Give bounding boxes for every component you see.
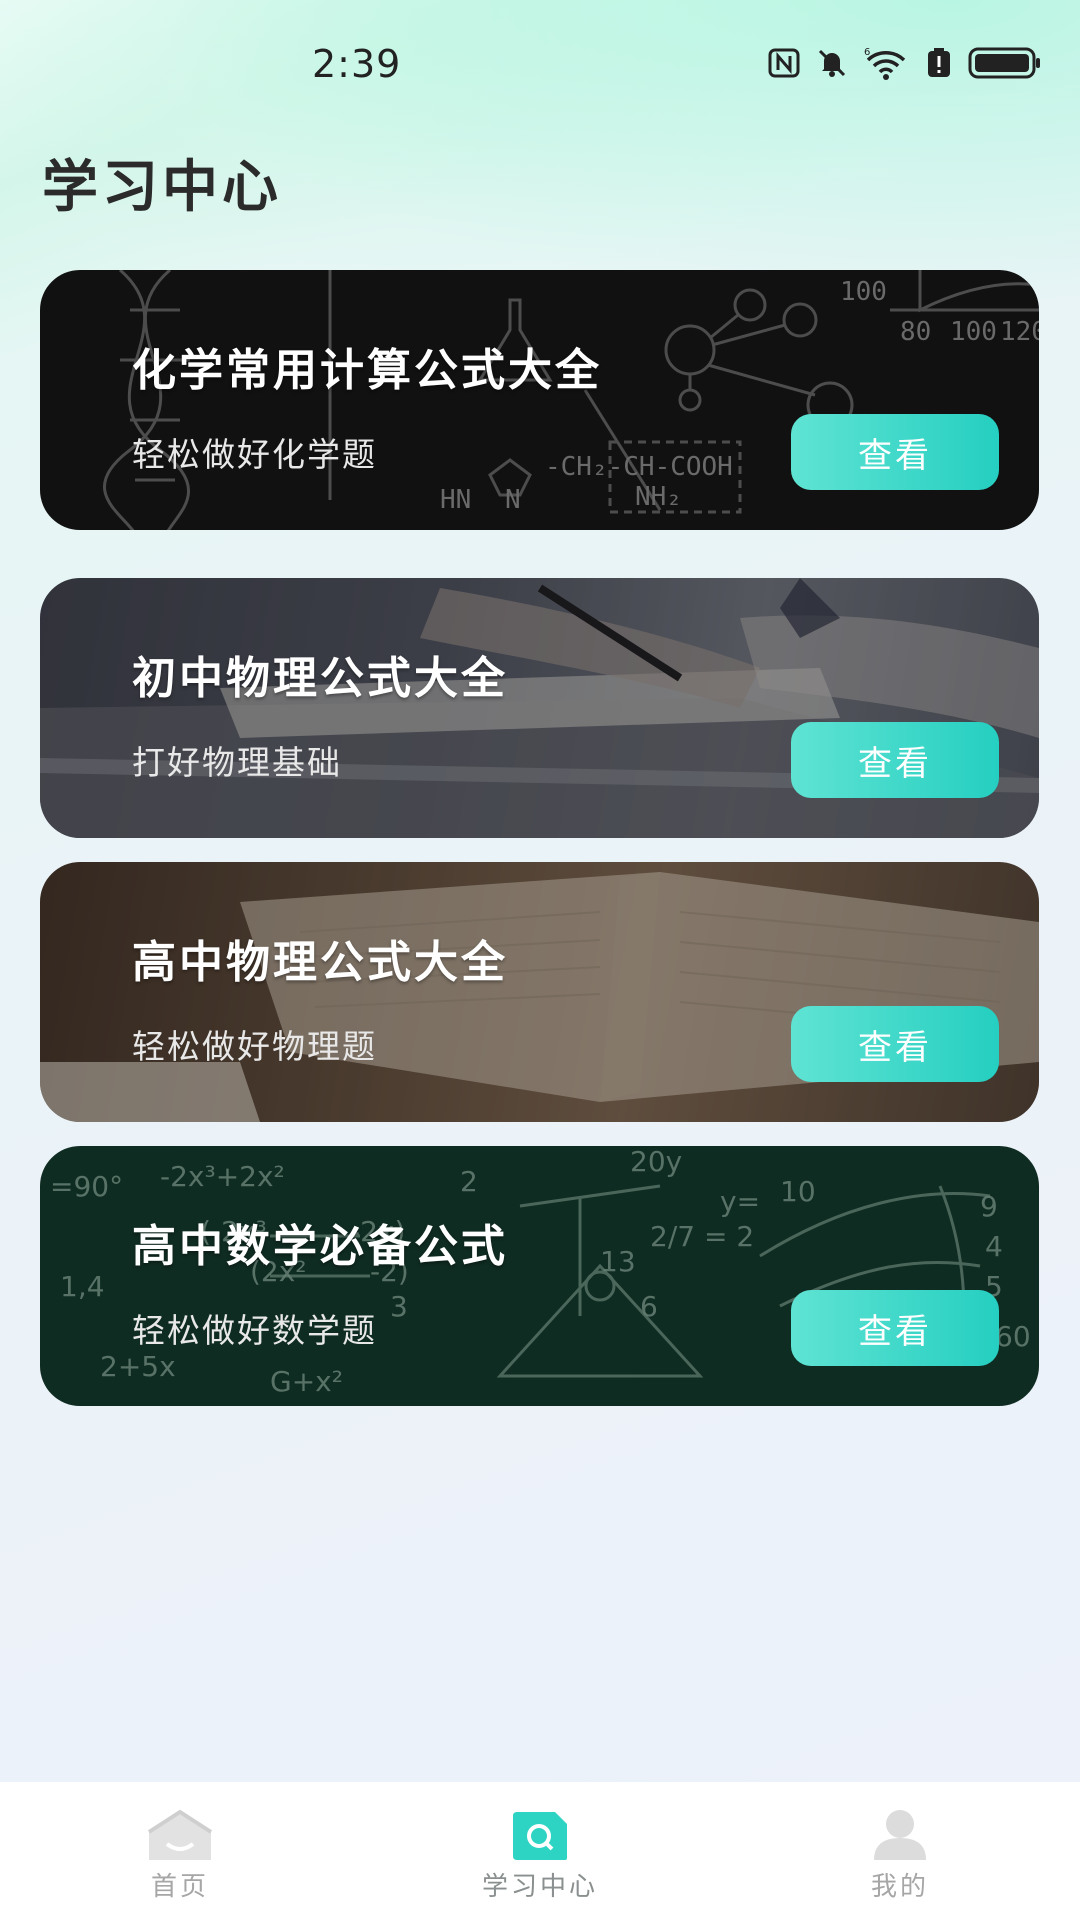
- svg-text:20y: 20y: [630, 1146, 682, 1178]
- status-bar: 2:39 6: [0, 0, 1080, 130]
- wifi-6-icon: 6: [864, 47, 906, 80]
- status-time: 2:39: [312, 42, 402, 86]
- card-title: 化学常用计算公式大全: [132, 345, 602, 396]
- svg-text:10: 10: [780, 1175, 816, 1208]
- nav-label: 我的: [870, 1872, 929, 1902]
- bottom-nav: 首页 学习中心 我的: [0, 1782, 1080, 1920]
- svg-text:=90°: =90°: [50, 1170, 123, 1203]
- home-icon: [147, 1809, 213, 1860]
- svg-text:13: 13: [600, 1245, 636, 1278]
- card-title: 高中物理公式大全: [132, 937, 508, 988]
- battery-alert-icon: [928, 48, 950, 77]
- card-subtitle: 轻松做好物理题: [132, 1027, 377, 1066]
- svg-text:G+x²: G+x²: [270, 1365, 343, 1398]
- nfc-icon: [768, 48, 800, 78]
- svg-text:2+5x: 2+5x: [100, 1350, 176, 1383]
- nav-label: 学习中心: [481, 1872, 598, 1902]
- card-title: 高中数学必备公式: [132, 1221, 508, 1272]
- svg-text:NH₂: NH₂: [635, 482, 682, 512]
- svg-text:9: 9: [980, 1190, 998, 1223]
- card-subtitle: 轻松做好数学题: [132, 1311, 377, 1350]
- card-junior-physics-formulas[interactable]: 初中物理公式大全 打好物理基础 查看: [40, 578, 1039, 838]
- svg-text:6: 6: [864, 47, 870, 58]
- svg-text:3: 3: [390, 1290, 408, 1323]
- svg-text:-2x³+2x²: -2x³+2x²: [160, 1160, 285, 1193]
- study-search-icon: [513, 1812, 567, 1860]
- view-button[interactable]: 查看: [791, 1006, 999, 1082]
- card-subtitle: 轻松做好化学题: [132, 435, 377, 474]
- svg-text:y=: y=: [720, 1185, 760, 1218]
- svg-text:2: 2: [460, 1165, 478, 1198]
- svg-text:HN: HN: [440, 485, 471, 515]
- math-greenboard-image: =90° -2x³+2x² -(-2x³ -2x) (2x² -2) 1,4 2+5…: [40, 1146, 1039, 1406]
- nav-item-home[interactable]: 首页: [100, 1808, 260, 1903]
- card-senior-math-formulas[interactable]: =90° -2x³+2x² -(-2x³ -2x) (2x² -2) 1,4 2+5…: [40, 1146, 1039, 1406]
- nav-item-profile[interactable]: 我的: [820, 1808, 980, 1903]
- svg-text:-CH₂-CH-COOH: -CH₂-CH-COOH: [545, 452, 733, 482]
- view-button[interactable]: 查看: [791, 722, 999, 798]
- nav-label: 首页: [150, 1872, 209, 1902]
- view-button[interactable]: 查看: [791, 414, 999, 490]
- svg-text:6: 6: [640, 1290, 658, 1323]
- status-icons: 6: [768, 46, 1042, 80]
- svg-text:2/7 = 2: 2/7 = 2: [650, 1220, 754, 1253]
- svg-text:100: 100: [950, 317, 997, 347]
- view-button[interactable]: 查看: [791, 1290, 999, 1366]
- card-title: 初中物理公式大全: [132, 653, 508, 704]
- card-chemistry-formulas[interactable]: -CH₂-CH-COOH HNN NH₂ 100 80100120 化学常用计算…: [40, 270, 1039, 530]
- student-writing-image: [40, 578, 1039, 838]
- svg-text:120: 120: [1000, 317, 1039, 347]
- svg-text:80: 80: [900, 317, 931, 347]
- svg-text:4: 4: [985, 1230, 1003, 1263]
- svg-text:N: N: [505, 485, 521, 515]
- battery-icon: [968, 47, 1040, 79]
- card-subtitle: 打好物理基础: [132, 743, 342, 782]
- svg-text:60: 60: [995, 1320, 1031, 1353]
- user-icon: [874, 1810, 926, 1860]
- svg-text:1,4: 1,4: [60, 1270, 105, 1303]
- open-textbook-image: [40, 862, 1039, 1122]
- chemistry-blackboard-image: -CH₂-CH-COOH HNN NH₂ 100 80100120: [40, 270, 1039, 530]
- card-senior-physics-formulas[interactable]: 高中物理公式大全 轻松做好物理题 查看: [40, 862, 1039, 1122]
- page-title: 学习中心: [42, 155, 282, 220]
- bell-muted-icon: [818, 49, 846, 77]
- svg-text:100: 100: [840, 277, 887, 307]
- nav-item-study-center[interactable]: 学习中心: [460, 1808, 620, 1903]
